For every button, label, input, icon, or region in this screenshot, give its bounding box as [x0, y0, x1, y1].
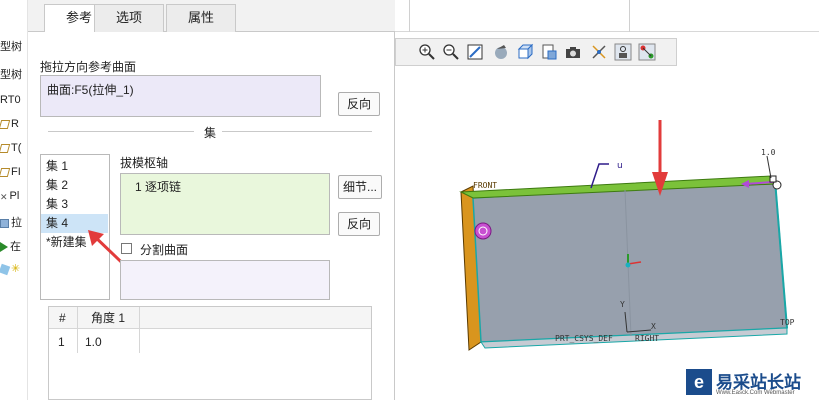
angle-value-cell[interactable]: 1.0 — [85, 331, 102, 353]
front-datum-label: FRONT — [473, 181, 498, 190]
table-header-cell: # — [59, 311, 66, 325]
star-icon: ✳ — [11, 263, 21, 275]
y-axis-label: Y — [620, 300, 625, 309]
table-cell[interactable]: 1 — [58, 331, 65, 353]
list-item[interactable]: 集 1 — [41, 157, 108, 176]
ref-surface-label: 拖拉方向参考曲面 — [40, 60, 137, 74]
graphics-viewport[interactable]: u FRONT TOP PRT_CSYS_DEF RIGHT 1.0 Y X — [395, 32, 819, 400]
x-axis-label: X — [651, 322, 656, 331]
tree-item[interactable]: 型树 — [0, 66, 22, 82]
divider — [409, 0, 410, 32]
divider — [629, 0, 630, 32]
table-header-cell: 角度 1 — [91, 311, 126, 325]
tree-item[interactable]: RT0 — [0, 94, 21, 106]
tree-item[interactable]: 拉 — [0, 214, 22, 230]
details-button[interactable]: 细节... — [338, 175, 382, 199]
tree-item[interactable]: ✕ Pl — [0, 190, 19, 202]
dashboard-tabs: 参考 选项 属性 — [28, 0, 395, 33]
model-tree: 型树 型树 RT0 R T( FI ✕ Pl 拉 在 ✳ — [0, 0, 28, 400]
csys-label: PRT_CSYS_DEF — [555, 334, 613, 343]
flip-direction-button[interactable]: 反向 — [338, 92, 380, 116]
tree-item[interactable]: ✳ — [0, 262, 20, 275]
tab-options[interactable]: 选项 — [94, 4, 164, 32]
sets-section-title: 集 — [204, 126, 217, 140]
tree-item[interactable]: 在 — [0, 238, 21, 254]
ref-surface-collector[interactable]: 曲面:F5(拉伸_1) — [40, 75, 321, 117]
angle-dimension-label[interactable]: 1.0 — [761, 148, 775, 157]
model-graphics[interactable]: u — [395, 32, 819, 400]
tree-item[interactable]: R — [0, 118, 19, 130]
tree-item[interactable]: 型树 — [0, 38, 22, 54]
angle-table: # 角度 1 1 1.0 — [48, 306, 372, 400]
extrude-icon — [0, 218, 9, 228]
top-bar — [395, 0, 819, 32]
flip-direction-button[interactable]: 反向 — [338, 212, 380, 236]
datum-plane-icon — [0, 167, 11, 177]
split-surface-collector[interactable] — [120, 260, 330, 300]
svg-text:u: u — [617, 161, 623, 171]
split-surface-label: 分割曲面 — [140, 243, 189, 257]
divider — [222, 131, 372, 132]
datum-plane-icon — [0, 119, 11, 129]
logo-subtitle: Www.Easck.Com Webmaster — [716, 390, 795, 396]
watermark-logo: e 易采站长站 Www.Easck.Com Webmaster — [684, 365, 819, 400]
divider — [48, 131, 194, 132]
right-datum-label: RIGHT — [635, 334, 660, 343]
datum-plane-icon — [0, 143, 11, 153]
top-datum-label: TOP — [780, 318, 795, 327]
references-panel: 拖拉方向参考曲面 曲面:F5(拉伸_1) 反向 集 集 1 集 2 集 3 集 … — [28, 32, 395, 400]
insert-here-icon — [0, 242, 8, 253]
csys-icon: ✕ — [0, 191, 8, 202]
list-item[interactable]: 集 2 — [41, 176, 108, 195]
tab-properties[interactable]: 属性 — [166, 4, 236, 32]
hinge-collector[interactable]: 1 逐项链 — [120, 173, 330, 235]
ref-surface-value: 曲面:F5(拉伸_1) — [47, 83, 134, 97]
draft-feature-icon — [0, 263, 11, 275]
hinge-value: 1 逐项链 — [135, 180, 182, 194]
split-surface-checkbox[interactable] — [121, 243, 132, 254]
hinge-label: 拔模枢轴 — [120, 156, 169, 170]
tree-item[interactable]: FI — [0, 166, 21, 178]
list-item[interactable]: 集 3 — [41, 195, 108, 214]
divider — [139, 307, 140, 353]
tree-item[interactable]: T( — [0, 142, 21, 154]
divider — [77, 307, 78, 353]
logo-mark-icon: e — [686, 369, 712, 395]
